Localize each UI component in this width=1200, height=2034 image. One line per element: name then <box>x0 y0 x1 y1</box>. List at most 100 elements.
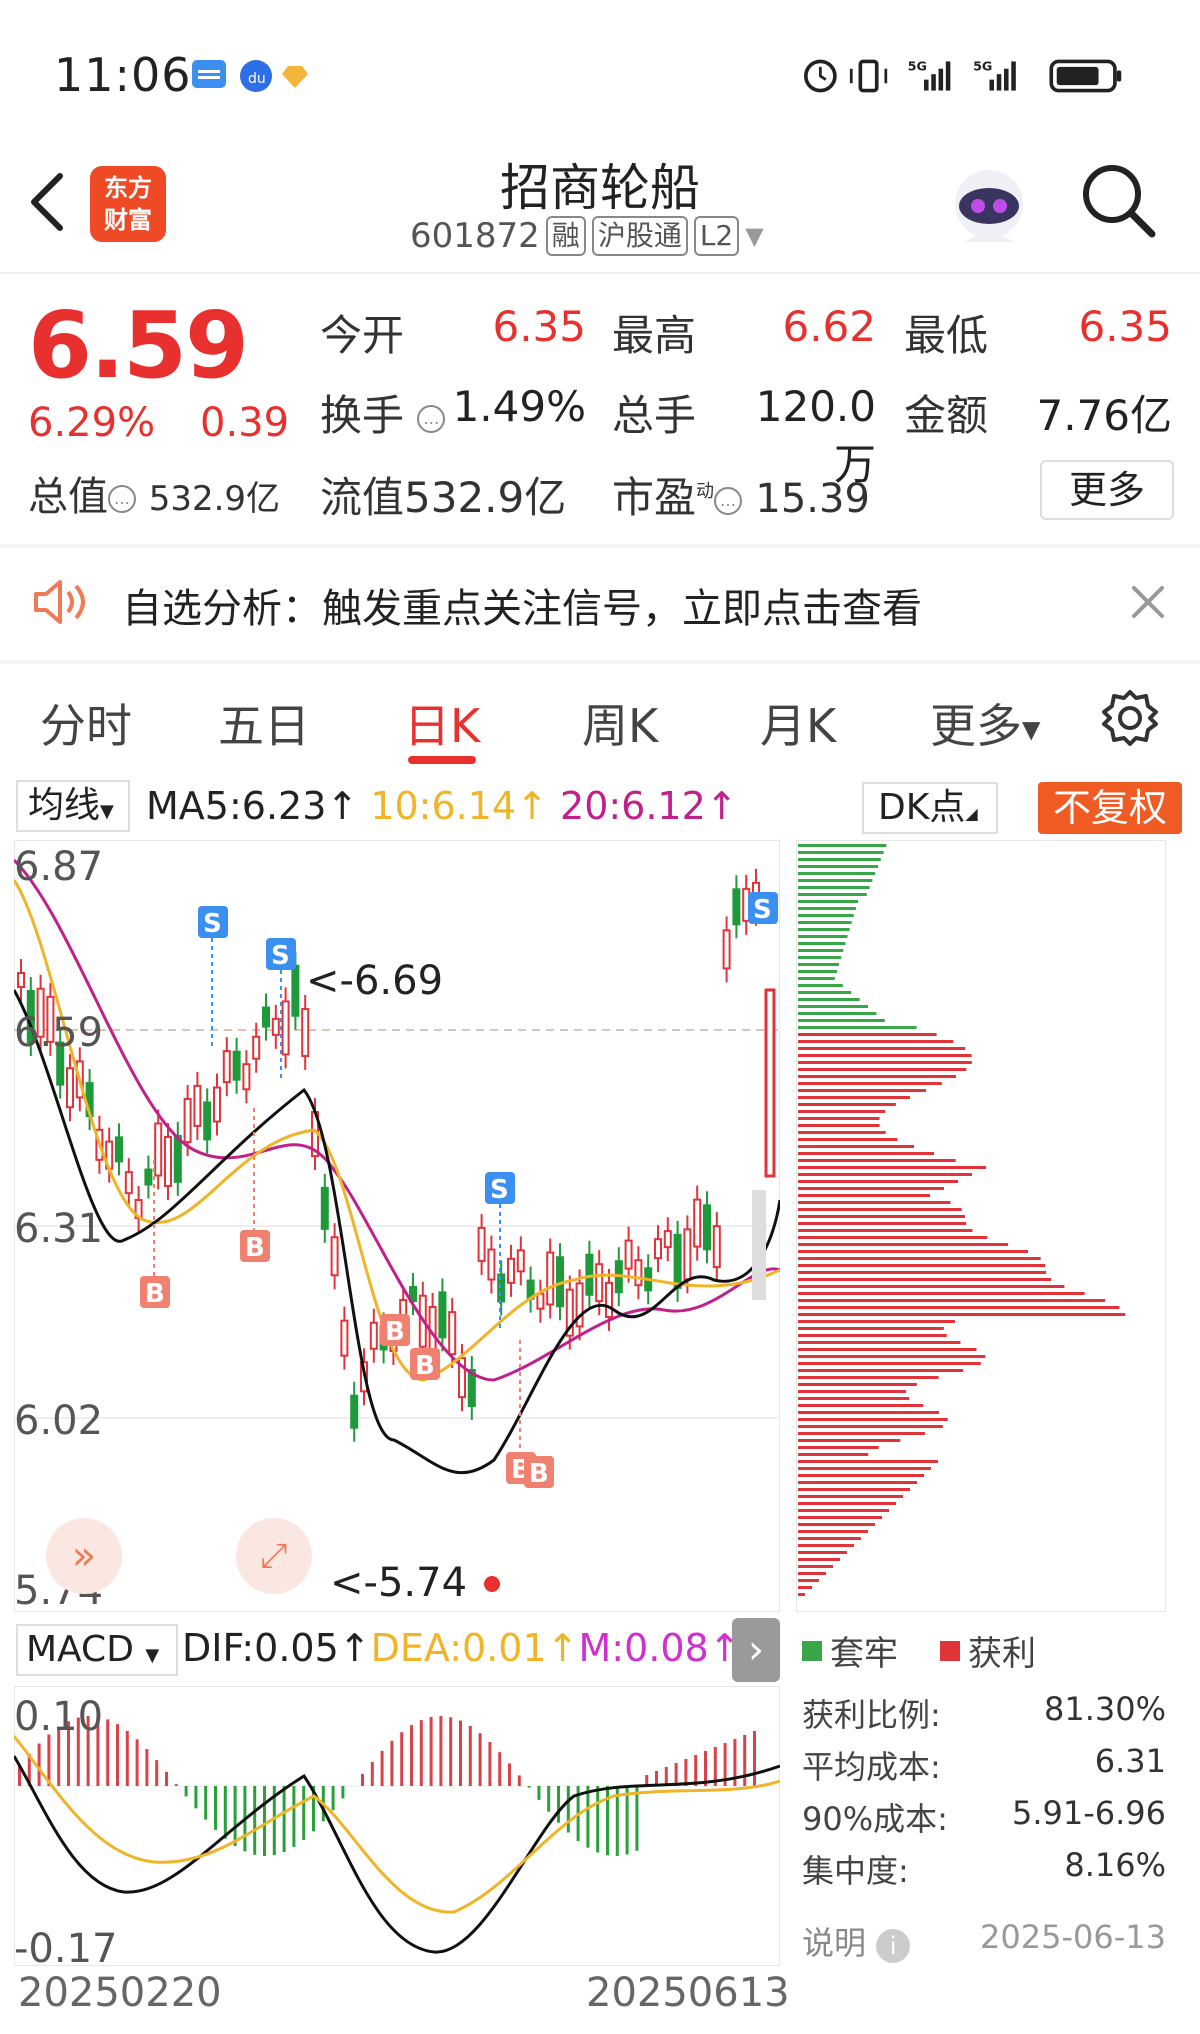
macd-y-bottom: -0.17 <box>14 1926 118 1966</box>
chip-bar <box>798 1411 940 1414</box>
tab-more[interactable]: 更多▼ <box>930 690 1040 756</box>
macd-bar <box>135 1739 139 1786</box>
chart-scrollbar[interactable] <box>752 1190 766 1300</box>
chip-bar <box>798 886 870 889</box>
chip-bar <box>798 1222 967 1225</box>
pe-info-icon[interactable]: … <box>714 486 743 515</box>
search-icon[interactable] <box>1078 160 1158 240</box>
chip-bar <box>798 1117 880 1120</box>
candle-body <box>536 1292 545 1310</box>
chevron-right-icon[interactable]: › <box>732 1618 780 1682</box>
total-mv-info-icon[interactable]: … <box>108 485 136 513</box>
chip-bar <box>798 1439 901 1442</box>
chip-bar <box>798 1166 986 1169</box>
macd-bar <box>223 1786 227 1839</box>
chip-bar <box>798 1565 833 1568</box>
macd-bar <box>263 1786 266 1856</box>
chip-bar <box>798 1369 964 1372</box>
candle-body <box>124 1171 133 1195</box>
chip-bar <box>798 1572 826 1575</box>
low-value: 6.35 <box>1078 302 1172 351</box>
tab-monthly-k[interactable]: 月K <box>760 690 836 756</box>
robot-assistant-icon[interactable] <box>944 162 1034 252</box>
net2-label: 5G <box>973 59 992 74</box>
chip-bar <box>798 1544 854 1547</box>
expand-icon[interactable]: ⤢ <box>236 1518 312 1594</box>
net1-label: 5G <box>908 59 927 74</box>
candle-body <box>222 1050 231 1084</box>
macd-bar <box>341 1786 345 1799</box>
chip-bar <box>798 928 850 931</box>
tab-five-day[interactable]: 五日 <box>218 690 310 756</box>
turnover-label-text: 换手 <box>320 391 405 440</box>
total-mv: 总值… 532.9亿 <box>28 464 280 522</box>
change-amount: 0.39 <box>200 400 290 446</box>
macd-bar <box>37 1743 41 1786</box>
tab-daily-k[interactable]: 日K <box>404 690 480 756</box>
y-label-2: 6.59 <box>14 1010 103 1056</box>
chip-bar <box>798 1019 885 1022</box>
tab-weekly-k[interactable]: 周K <box>582 690 658 756</box>
ma20-value: 20:6.12↑ <box>560 784 738 828</box>
float-mv-value: 532.9亿 <box>404 473 567 522</box>
candle-body <box>683 1228 692 1281</box>
macd-bar <box>155 1760 159 1786</box>
chip-bar <box>798 1285 1065 1288</box>
candle-body <box>203 1101 212 1141</box>
macd-bar <box>370 1761 374 1786</box>
y-label-top: 6.87 <box>14 844 103 890</box>
chip-bar <box>798 1495 903 1498</box>
kline-chart[interactable]: 6.87 6.59 6.31 6.02 5.74 <-6.69 <-5.74 S… <box>14 840 780 1612</box>
no-adjust-button[interactable]: 不复权 <box>1038 782 1182 834</box>
tag-margin: 融 <box>545 216 586 256</box>
chip-bar <box>798 1355 986 1358</box>
double-chevron-icon[interactable]: » <box>46 1518 122 1594</box>
macd-bar <box>517 1775 521 1786</box>
svg-text:B: B <box>245 1233 265 1263</box>
chip-bar <box>798 1096 910 1099</box>
candle-body <box>712 1225 721 1269</box>
settings-gear-icon[interactable] <box>1100 688 1160 748</box>
date-end: 20250613 <box>586 1970 790 2016</box>
float-mv-label: 流值 <box>320 473 405 522</box>
macd-bar <box>478 1733 482 1786</box>
ma-indicator-select[interactable]: 均线▼ <box>16 780 130 832</box>
cost-90-value: 5.91-6.96 <box>1011 1794 1166 1832</box>
chip-bar <box>798 1446 879 1449</box>
dk-point-select[interactable]: DK点◢ <box>862 782 998 834</box>
macd-bar <box>233 1786 237 1846</box>
dk-select-label: DK点 <box>878 787 966 828</box>
chip-distribution-chart <box>796 840 1166 1612</box>
chip-bar <box>798 1033 937 1036</box>
y-label-3: 6.31 <box>14 1206 103 1252</box>
note-link[interactable]: 说明 i <box>802 1918 911 1964</box>
candle-body <box>438 1291 447 1339</box>
macd-bar <box>125 1730 129 1786</box>
change-percent: 6.29% <box>28 400 156 446</box>
tab-intraday[interactable]: 分时 <box>40 690 132 756</box>
close-icon[interactable] <box>1130 584 1166 620</box>
macd-bar <box>145 1749 149 1786</box>
chip-bar <box>798 1012 877 1015</box>
chip-bar <box>798 1194 930 1197</box>
more-quote-button[interactable]: 更多 <box>1040 460 1174 520</box>
m-value: M:0.08↑ <box>578 1626 741 1670</box>
candle-body <box>262 1006 270 1028</box>
candle-body <box>66 1067 74 1109</box>
dropdown-triangle-icon[interactable]: ▼ <box>745 222 763 250</box>
chip-bar <box>798 1383 917 1386</box>
chip-bar <box>798 1292 1085 1295</box>
concentration-label: 集中度: <box>802 1852 909 1890</box>
legend-trap-swatch <box>802 1640 822 1661</box>
macd-bar <box>331 1786 335 1811</box>
macd-bar <box>165 1771 168 1786</box>
macd-bar <box>106 1719 110 1786</box>
macd-indicator-select[interactable]: MACD ▼ <box>16 1624 178 1676</box>
stock-code: 601872 <box>410 216 540 256</box>
cost-90-label: 90%成本: <box>802 1800 948 1838</box>
chip-bar <box>798 1145 915 1148</box>
chip-bar <box>798 1243 1009 1246</box>
chip-bar <box>798 1040 954 1043</box>
macd-y-top: 0.10 <box>14 1694 103 1740</box>
chip-bar <box>798 1082 942 1085</box>
